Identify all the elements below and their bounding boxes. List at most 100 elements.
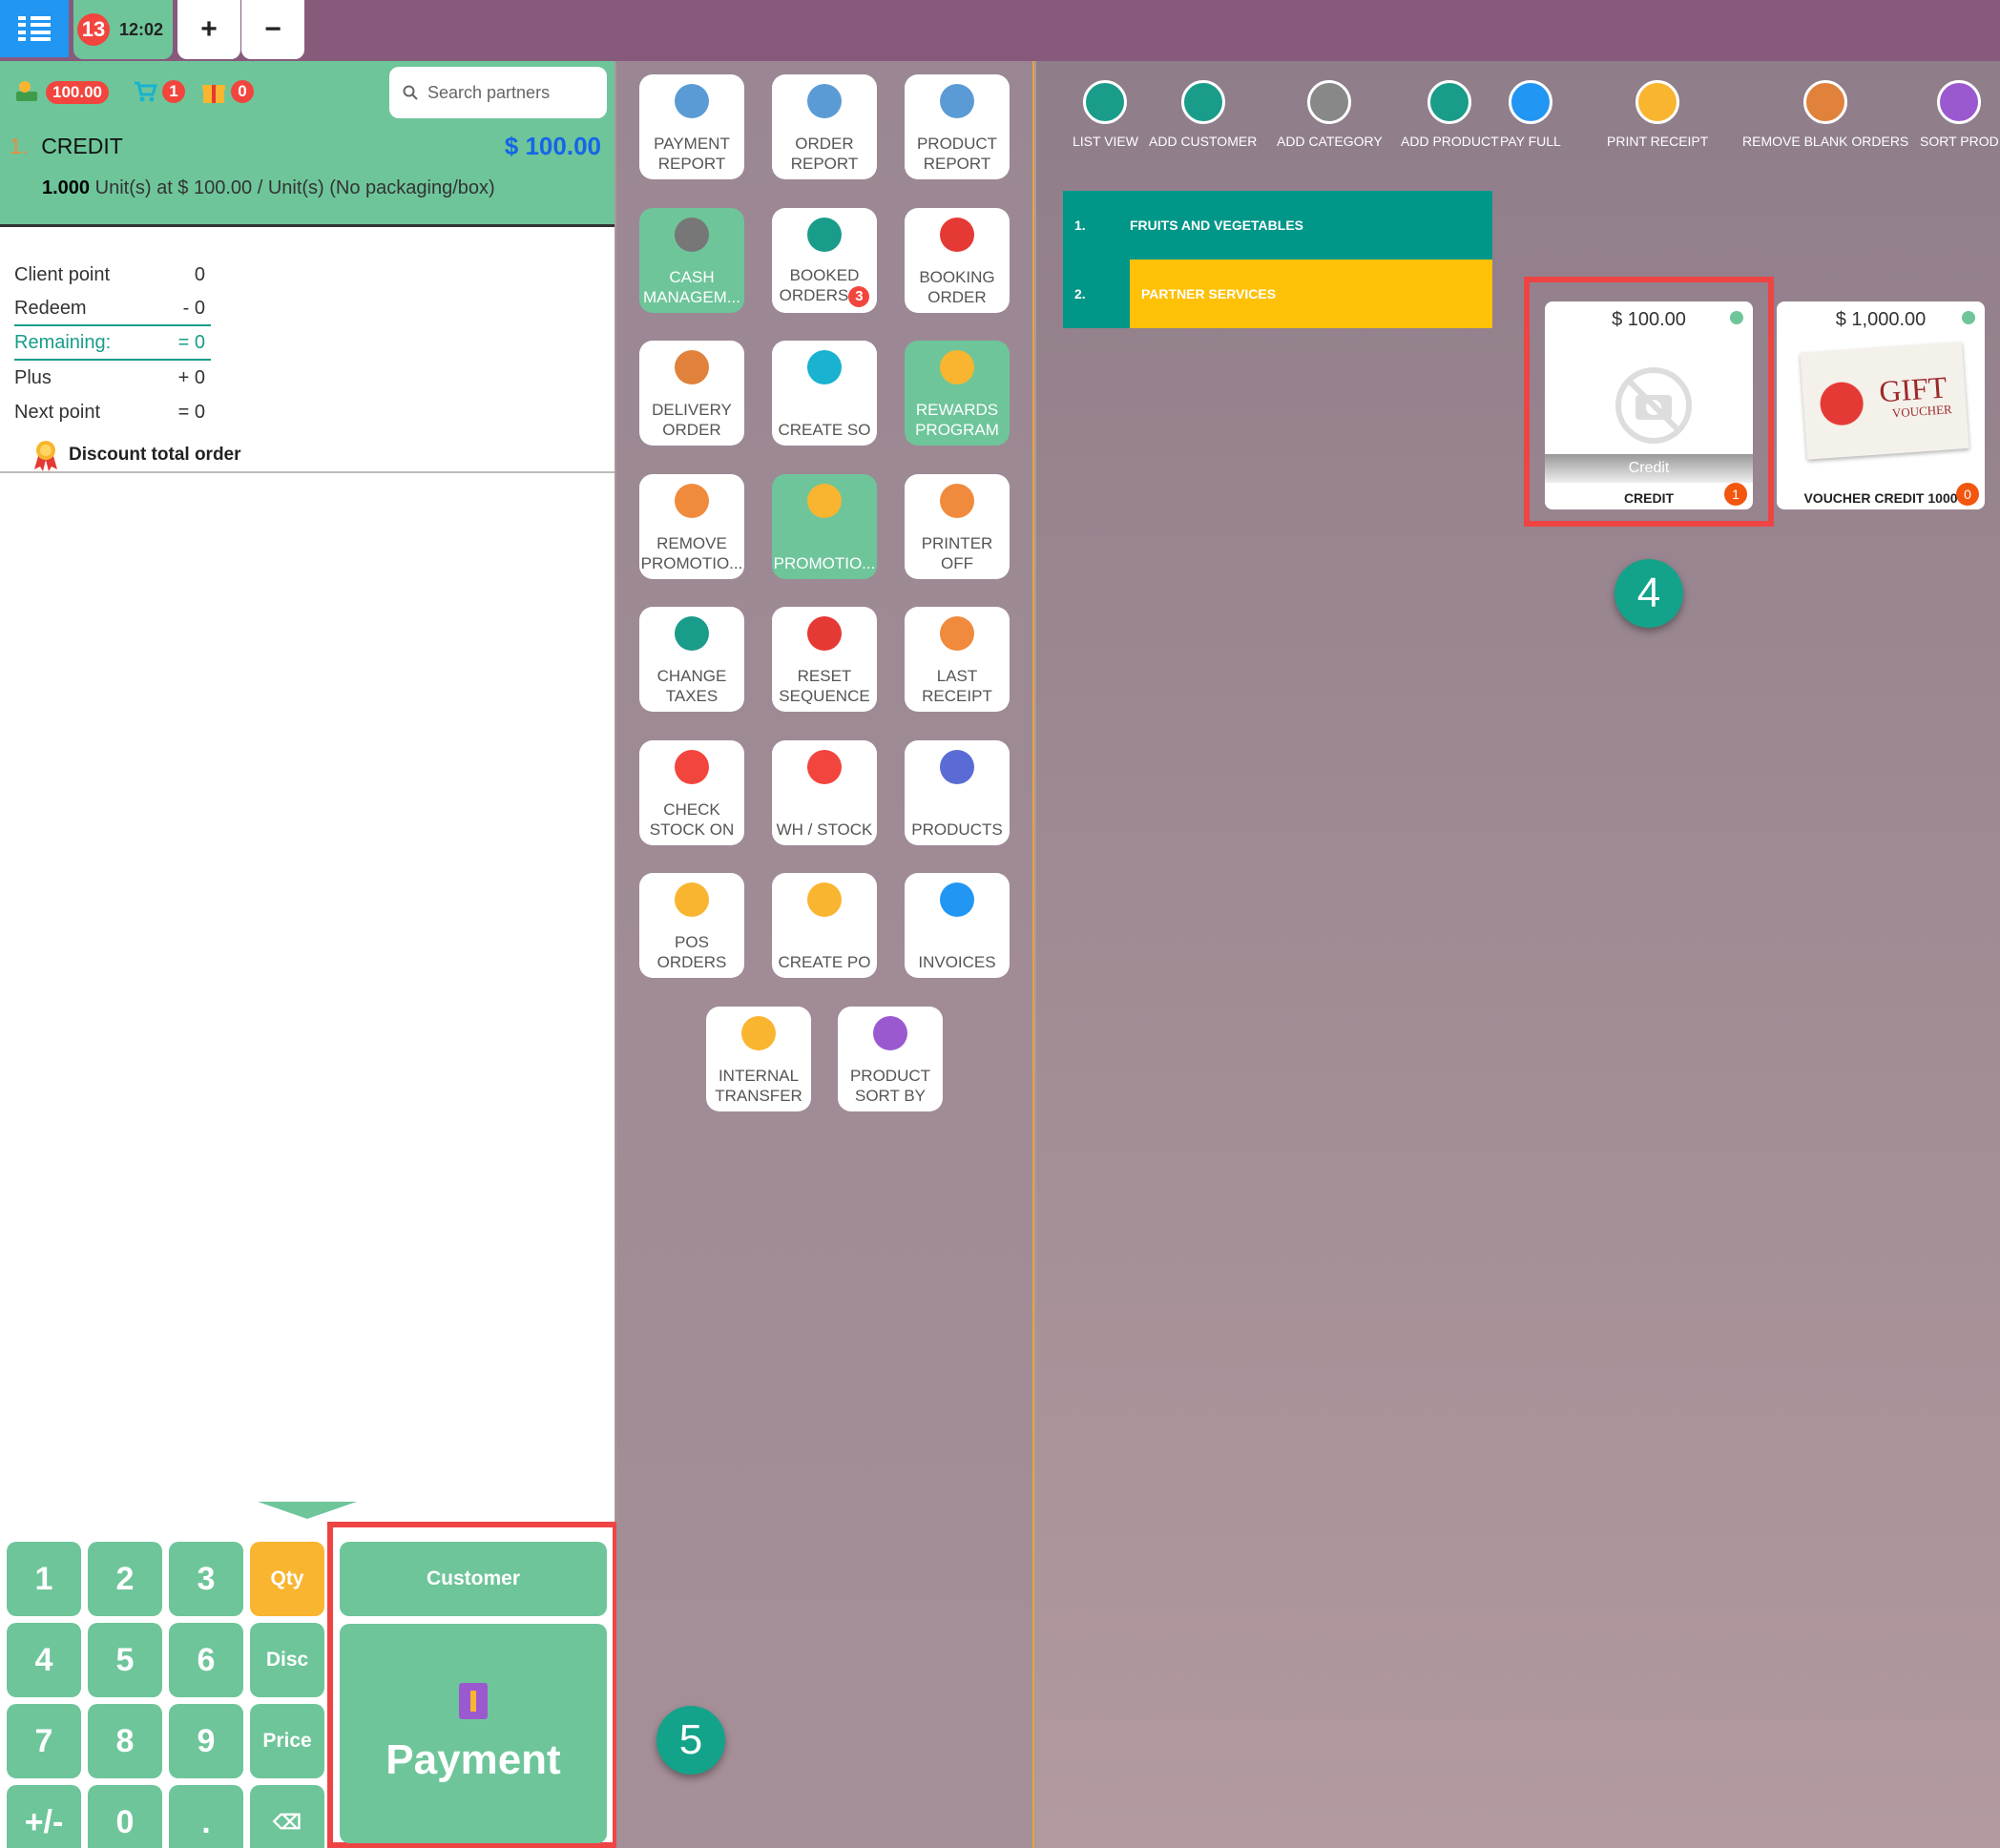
toolbar-remove-blank-orders-button[interactable]: REMOVE BLANK ORDERS (1742, 80, 1908, 149)
key-6[interactable]: 6 (169, 1623, 243, 1697)
divider (0, 471, 615, 473)
ribbon-bow-icon (1800, 348, 1868, 460)
order-tab[interactable]: 13 12:02 (73, 0, 173, 59)
toolbar-label: REMOVE BLANK ORDERS (1742, 134, 1909, 149)
decimal-button[interactable]: . (169, 1785, 243, 1848)
order-time: 12:02 (119, 19, 164, 39)
cash-management-button[interactable]: CASH MANAGEM... (639, 207, 744, 313)
action-label: INTERNAL TRANSFER (715, 1067, 802, 1105)
create-po-button[interactable]: CREATE PO (772, 873, 877, 978)
booked-orders-icon (807, 217, 842, 252)
delete-order-button[interactable]: − (241, 0, 304, 59)
toolbar-add-product-button[interactable]: ADD PRODUCT (1401, 80, 1499, 149)
reset-sequence-icon (807, 616, 842, 651)
key-3[interactable]: 3 (169, 1542, 243, 1616)
plus-minus-button[interactable]: +/- (7, 1785, 81, 1848)
products-button[interactable]: PRODUCTS (905, 739, 1010, 845)
price-mode-button[interactable]: Price (250, 1704, 324, 1778)
last-receipt-button[interactable]: LAST RECEIPT (905, 607, 1010, 712)
key-2[interactable]: 2 (88, 1542, 162, 1616)
new-order-button[interactable]: + (177, 0, 240, 59)
cart-icon (135, 81, 158, 102)
key-5[interactable]: 5 (88, 1623, 162, 1697)
change-taxes-button[interactable]: CHANGE TAXES (639, 607, 744, 712)
change-taxes-icon (675, 616, 709, 651)
customer-button[interactable]: Customer (340, 1542, 607, 1616)
action-label: BOOKING ORDER (919, 267, 995, 306)
pos-orders-button[interactable]: POS ORDERS (639, 873, 744, 978)
voucher-text: VOUCHER (1891, 402, 1953, 421)
product-card-credit[interactable]: $ 100.00 Credit CREDIT 1 (1545, 301, 1753, 509)
action-label: REWARDS PROGRAM (915, 401, 999, 439)
action-label: WH / STOCK (776, 820, 873, 839)
discount-total-order[interactable]: Discount total order (32, 439, 241, 471)
toolbar-add-customer-button[interactable]: ADD CUSTOMER (1149, 80, 1257, 149)
action-label: CREATE SO (778, 421, 871, 439)
collapse-numpad-icon[interactable] (258, 1502, 357, 1519)
cart-stat: 1 (132, 78, 185, 105)
product-report-button[interactable]: PRODUCT REPORT (905, 74, 1010, 179)
key-1[interactable]: 1 (7, 1542, 81, 1616)
disc-mode-button[interactable]: Disc (250, 1623, 324, 1697)
qty-mode-button[interactable]: Qty (250, 1542, 324, 1616)
product-sort-by-icon (873, 1016, 907, 1050)
sort-products-icon (1937, 80, 1982, 124)
balance-badge: 100.00 (46, 81, 109, 104)
toolbar-print-receipt-button[interactable]: PRINT RECEIPT (1607, 80, 1708, 149)
category-fruits-and-vegetables[interactable]: 1. FRUITS AND VEGETABLES (1063, 191, 1492, 260)
payment-report-button[interactable]: PAYMENT REPORT (639, 74, 744, 179)
check-stock-on-button[interactable]: CHECK STOCK ON (639, 739, 744, 845)
product-sort-by-button[interactable]: PRODUCT SORT BY (838, 1007, 943, 1111)
action-label: CHANGE TAXES (656, 667, 727, 705)
wh-stock-button[interactable]: WH / STOCK (772, 739, 877, 845)
available-dot (1730, 311, 1743, 324)
menu-button[interactable] (0, 0, 69, 57)
booking-order-button[interactable]: BOOKING ORDER (905, 207, 1010, 313)
search-partners-input[interactable]: Search partners (389, 67, 607, 118)
action-label: PRODUCT SORT BY (849, 1067, 931, 1105)
reset-sequence-button[interactable]: RESET SEQUENCE (772, 607, 877, 712)
action-label: CASH MANAGEM... (642, 267, 740, 306)
remove-blank-orders-icon (1803, 80, 1848, 124)
product-card-voucher-credit-1000[interactable]: $ 1,000.00 GIFT VOUCHER VOUCHER CREDIT 1… (1777, 301, 1985, 509)
key-0[interactable]: 0 (88, 1785, 162, 1848)
payment-button[interactable]: Payment (340, 1624, 607, 1843)
key-4[interactable]: 4 (7, 1623, 81, 1697)
toolbar-label: PRINT RECEIPT (1607, 134, 1709, 149)
backspace-button[interactable]: ⌫ (250, 1785, 324, 1848)
gift-count-badge: 0 (231, 80, 254, 103)
toolbar-sort-products-button[interactable]: SORT PROD (1920, 80, 1999, 149)
order-report-button[interactable]: ORDER REPORT (772, 74, 877, 179)
pay-full-icon (1508, 80, 1552, 124)
booked-orders-button[interactable]: BOOKED ORDERS 3 (772, 207, 877, 313)
invoices-icon (940, 882, 974, 917)
internal-transfer-button[interactable]: INTERNAL TRANSFER (706, 1007, 811, 1111)
gift-stat: 0 (200, 78, 254, 105)
create-po-icon (807, 882, 842, 917)
create-so-button[interactable]: CREATE SO (772, 341, 877, 446)
action-label: REMOVE PROMOTIO... (640, 533, 743, 572)
create-so-icon (807, 350, 842, 384)
remove-promotion-icon (675, 483, 709, 518)
toolbar-list-view-button[interactable]: LIST VIEW (1073, 80, 1138, 149)
invoices-button[interactable]: INVOICES (905, 873, 1010, 978)
rewards-program-button[interactable]: REWARDS PROGRAM (905, 341, 1010, 446)
action-label: INVOICES (918, 953, 996, 971)
toolbar-add-category-button[interactable]: ADD CATEGORY (1277, 80, 1383, 149)
key-9[interactable]: 9 (169, 1704, 243, 1778)
remove-promotion-button[interactable]: REMOVE PROMOTIO... (639, 473, 744, 579)
action-label: ORDER REPORT (790, 135, 859, 173)
order-line-name[interactable]: 1. CREDIT (10, 134, 123, 159)
printer-off-button[interactable]: PRINTER OFF (905, 473, 1010, 579)
toolbar-pay-full-button[interactable]: PAY FULL (1500, 80, 1561, 149)
category-partner-services[interactable]: 2. PARTNER SERVICES (1063, 260, 1492, 328)
delivery-order-button[interactable]: DELIVERY ORDER (639, 341, 744, 446)
toolbar-label: PAY FULL (1500, 134, 1561, 149)
product-qty-badge: 1 (1724, 483, 1747, 506)
products-icon (940, 749, 974, 784)
key-8[interactable]: 8 (88, 1704, 162, 1778)
payment-label: Payment (385, 1736, 561, 1783)
key-7[interactable]: 7 (7, 1704, 81, 1778)
toolbar-label: ADD PRODUCT (1401, 134, 1499, 149)
promotion-button[interactable]: PROMOTIO... (772, 473, 877, 579)
